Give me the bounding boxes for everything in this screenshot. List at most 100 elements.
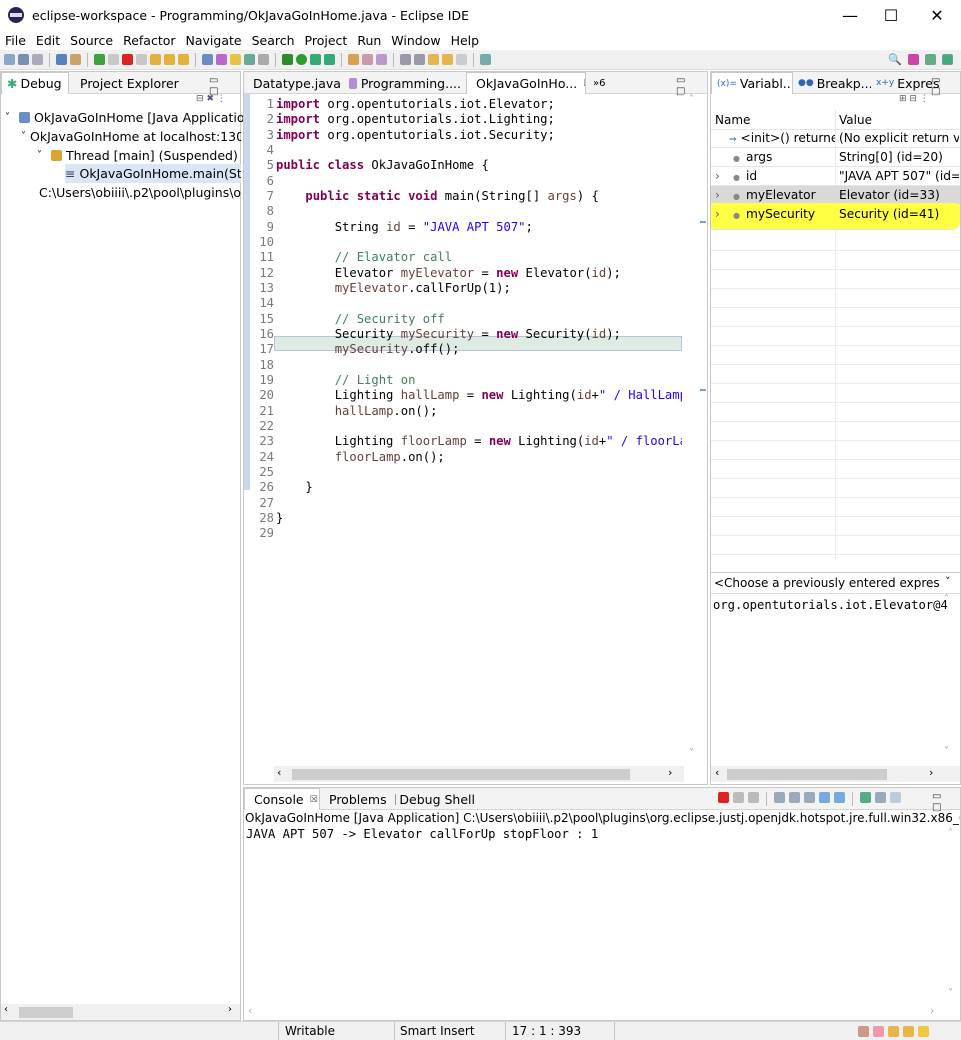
scroll-thumb[interactable] (292, 769, 630, 780)
maximize-button[interactable]: ☐ (868, 0, 914, 30)
tab-problems[interactable]: Problems (320, 788, 390, 810)
last-edit-location-icon[interactable] (428, 54, 439, 65)
suspend-icon[interactable] (108, 54, 119, 65)
show-on-stdout-icon[interactable] (819, 792, 830, 803)
chevron-up-icon[interactable]: ˄ (948, 828, 953, 839)
variable-row[interactable]: ⇒<init>() returned (No explicit return v… (711, 129, 960, 148)
tree-item-stack-frame[interactable]: ≡ OkJavaGoInHome.main(String[]) line: 17 (65, 164, 241, 183)
chevron-right-icon[interactable]: › (668, 766, 672, 779)
menu-window[interactable]: Window (386, 33, 445, 48)
chevron-left-icon[interactable]: ‹ (248, 1004, 252, 1017)
menu-run[interactable]: Run (352, 33, 386, 48)
toggle-mark-icon[interactable] (230, 54, 241, 65)
close-icon[interactable]: ☒ (583, 79, 585, 89)
code-line[interactable]: // Light on (276, 373, 416, 387)
chevron-down-icon[interactable]: ˅ (21, 131, 26, 142)
close-icon[interactable]: ☒ (68, 79, 69, 89)
console-hscroll[interactable]: ‹ › (244, 1004, 960, 1020)
chevron-down-icon[interactable]: ˅ (948, 988, 953, 999)
scroll-lock-icon[interactable] (789, 792, 800, 803)
scroll-thumb[interactable] (727, 769, 887, 780)
code-text-area[interactable]: import org.opentutorials.iot.Elevator; im… (274, 94, 682, 766)
debug-icon[interactable] (282, 54, 293, 65)
tip-icon[interactable] (918, 1026, 929, 1037)
debug-perspective-icon[interactable] (942, 54, 953, 65)
code-line[interactable]: } (276, 511, 283, 525)
status-insert-mode[interactable]: Smart Insert (400, 1024, 475, 1038)
tab-debug-shell[interactable]: Debug Shell (390, 788, 480, 810)
disconnect-icon[interactable] (136, 54, 147, 65)
tab-variables[interactable]: (x)= Variabl... ☒ (711, 72, 793, 94)
coverage-icon[interactable] (310, 54, 321, 65)
detail-hscroll[interactable]: ‹ › (711, 766, 960, 782)
tree-item-process[interactable]: C:\Users\obiiii\.p2\pool\plugins\org.ecl… (35, 183, 241, 202)
ruler-marker[interactable] (700, 221, 706, 223)
tab-programming[interactable]: Programming.... (344, 72, 466, 94)
open-perspective-icon[interactable] (908, 54, 919, 65)
chevron-down-icon[interactable]: ˅ (689, 748, 694, 759)
chevron-right-icon[interactable]: › (930, 1004, 934, 1017)
tree-item-app[interactable]: ˅ OkJavaGoInHome [Java Application] (5, 108, 257, 127)
variable-row[interactable]: ● args String[0] (id=20) (711, 148, 960, 167)
debug-view-hscroll[interactable]: ‹ › (1, 1004, 240, 1020)
clear-console-icon[interactable] (774, 792, 785, 803)
chevron-down-icon[interactable]: ˅ (945, 575, 951, 588)
status-cursor-position[interactable]: 17 : 1 : 393 (512, 1024, 581, 1038)
menu-navigate[interactable]: Navigate (181, 33, 247, 48)
menu-project[interactable]: Project (300, 33, 353, 48)
chevron-right-icon[interactable]: › (715, 188, 729, 202)
pin-editor-icon[interactable] (480, 54, 491, 65)
forward-icon[interactable] (456, 54, 467, 65)
code-line[interactable]: import org.opentutorials.iot.Lighting; (276, 112, 555, 126)
menu-source[interactable]: Source (65, 33, 118, 48)
chevron-right-icon[interactable]: › (228, 1004, 232, 1015)
new-console-icon[interactable] (890, 792, 901, 803)
step-into-icon[interactable] (150, 54, 161, 65)
menu-edit[interactable]: Edit (31, 33, 65, 48)
save-all-icon[interactable] (32, 54, 43, 65)
back-icon[interactable] (442, 54, 453, 65)
code-line[interactable]: myElevator.callForUp(1); (276, 281, 511, 295)
tree-item-thread[interactable]: ˅ Thread [main] (Suspended) (37, 146, 238, 165)
show-on-stderr-icon[interactable] (834, 792, 845, 803)
new-java-project-icon[interactable] (348, 54, 359, 65)
terminate-icon[interactable] (718, 792, 729, 803)
tasks-trim-icon[interactable] (873, 1026, 884, 1037)
code-line[interactable]: import org.opentutorials.iot.Elevator; (276, 97, 555, 111)
pin-console-icon[interactable] (860, 792, 871, 803)
chevron-left-icon[interactable]: ‹ (4, 1004, 8, 1015)
new-class-icon[interactable] (376, 54, 387, 65)
code-line[interactable]: Lighting hallLamp = new Lighting(id+" / … (276, 388, 682, 402)
code-line[interactable]: // Elavator call (276, 250, 452, 264)
menu-refactor[interactable]: Refactor (118, 33, 180, 48)
tab-okjavagoinhome[interactable]: OkJavaGoInHo... ☒ (466, 72, 586, 94)
chevron-down-icon[interactable]: ˅ (37, 150, 51, 161)
close-button[interactable]: ✕ (914, 0, 960, 30)
code-line[interactable]: Security mySecurity = new Security(id); (276, 327, 621, 341)
remove-all-icon[interactable] (748, 792, 759, 803)
new-icon[interactable] (4, 54, 15, 65)
editor-hscroll[interactable]: ‹ › (274, 766, 684, 782)
step-over-icon[interactable] (164, 54, 175, 65)
column-name-header[interactable]: Name (715, 113, 750, 127)
next-annotation-icon[interactable] (400, 54, 411, 65)
terminate-icon[interactable] (122, 54, 133, 65)
ruler-marker[interactable] (700, 389, 706, 391)
search-icon[interactable]: 🔍 (888, 53, 902, 66)
external-tools-icon[interactable] (324, 54, 335, 65)
code-line[interactable]: mySecurity.off(); (276, 342, 460, 356)
close-icon[interactable]: ☒ (310, 795, 318, 805)
tab-console[interactable]: Console ☒ (244, 788, 320, 810)
chevron-down-icon[interactable]: ˅ (944, 746, 949, 757)
use-step-filters-icon[interactable] (216, 54, 227, 65)
display-console-icon[interactable] (875, 792, 886, 803)
detail-pane[interactable]: org.opentutorials.iot.Elevator@4 (713, 598, 958, 612)
code-line[interactable]: String id = "JAVA APT 507"; (276, 220, 533, 234)
chevron-up-icon[interactable]: ˄ (944, 594, 949, 605)
code-line[interactable]: public class OkJavaGoInHome { (276, 158, 489, 172)
resume-icon[interactable] (94, 54, 105, 65)
code-line[interactable]: // Security off (276, 312, 445, 326)
code-line[interactable]: import org.opentutorials.iot.Security; (276, 128, 555, 142)
minimize-button[interactable]: — (827, 0, 873, 30)
menu-search[interactable]: Search (247, 33, 300, 48)
